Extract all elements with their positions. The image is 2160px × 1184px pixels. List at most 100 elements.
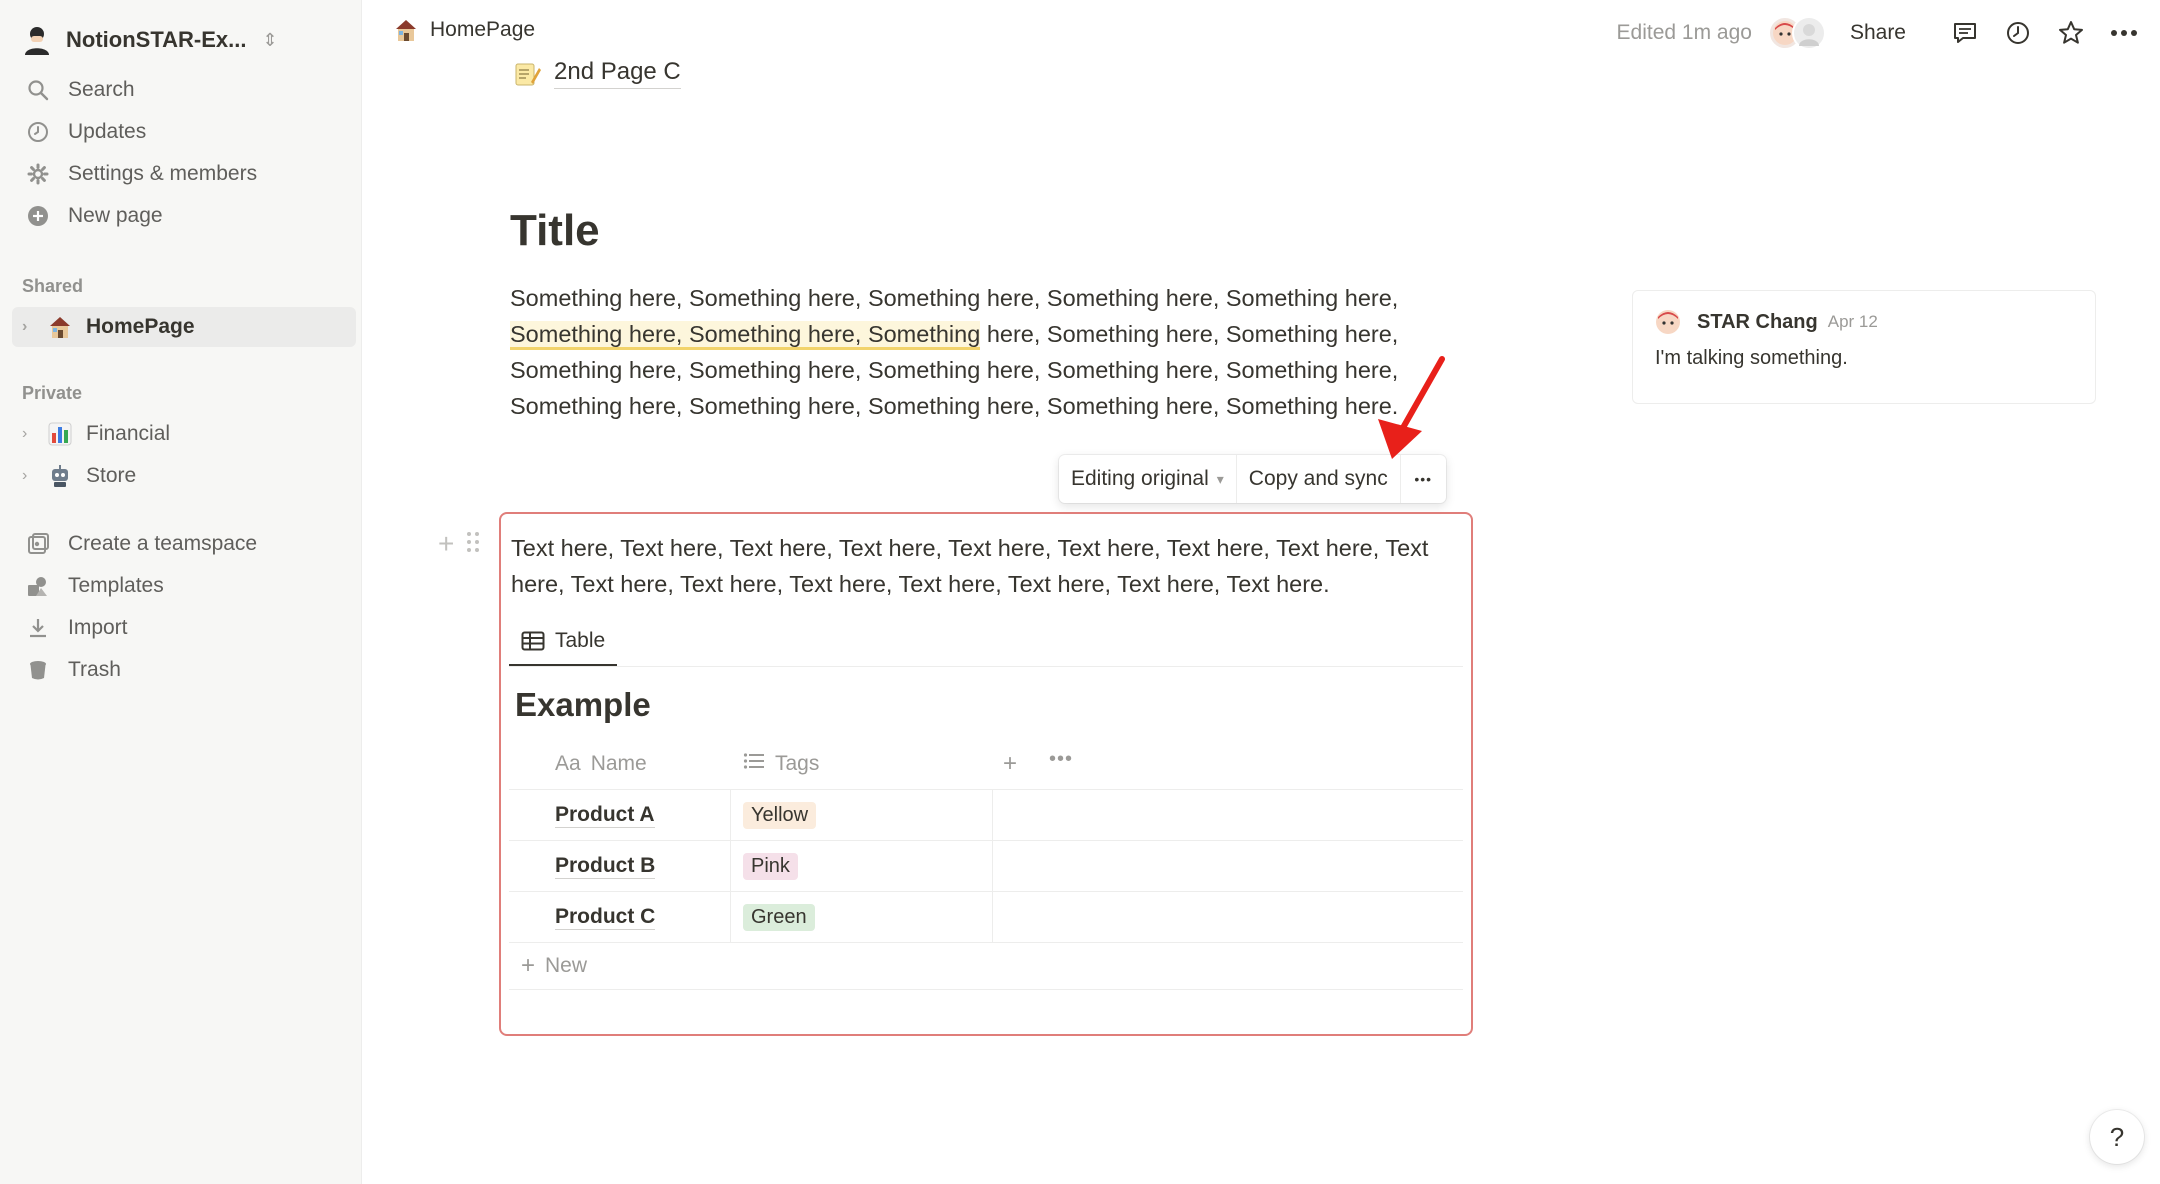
workspace-switcher[interactable]: NotionSTAR-Ex... ⇕ bbox=[20, 18, 340, 62]
table-header-row: Aa Name Tags + ••• bbox=[509, 738, 1463, 790]
sidebar-page-label: Financial bbox=[86, 422, 171, 445]
column-header-name[interactable]: Aa Name bbox=[509, 738, 731, 789]
sidebar-item-settings[interactable]: Settings & members bbox=[16, 154, 354, 194]
chevron-right-icon[interactable]: › bbox=[22, 425, 42, 443]
table-row[interactable]: Product C Green bbox=[509, 892, 1463, 943]
tag-badge: Green bbox=[743, 903, 815, 931]
topbar: HomePage Edited 1m ago Share bbox=[362, 0, 2160, 66]
table-row[interactable]: Product B Pink bbox=[509, 841, 1463, 892]
linked-page[interactable]: 2nd Page C bbox=[512, 58, 681, 89]
add-block-icon[interactable]: + bbox=[438, 528, 454, 560]
tag-badge: Yellow bbox=[743, 801, 817, 829]
sidebar-item-label: New page bbox=[68, 204, 163, 227]
sidebar-item-trash[interactable]: Trash bbox=[16, 650, 354, 690]
name-cell[interactable]: Product C bbox=[509, 892, 731, 942]
robot-icon bbox=[46, 462, 74, 490]
more-icon[interactable] bbox=[2106, 15, 2142, 51]
chevron-updown-icon: ⇕ bbox=[262, 29, 278, 50]
trash-icon bbox=[24, 656, 52, 684]
chevron-right-icon[interactable]: › bbox=[22, 318, 42, 336]
synced-block-text[interactable]: Text here, Text here, Text here, Text he… bbox=[511, 530, 1451, 602]
teamspace-icon bbox=[24, 530, 52, 558]
new-row-button[interactable]: + New bbox=[509, 943, 1463, 990]
comment-icon[interactable] bbox=[1947, 15, 1983, 51]
table-row[interactable]: Product A Yellow bbox=[509, 790, 1463, 841]
chevron-down-icon: ▾ bbox=[1216, 470, 1224, 487]
sidebar-page-label: Store bbox=[86, 464, 137, 487]
workspace-avatar-icon bbox=[20, 23, 54, 57]
tab-table-view[interactable]: Table bbox=[509, 618, 618, 666]
sidebar-item-import[interactable]: Import bbox=[16, 608, 354, 648]
synced-block[interactable]: Text here, Text here, Text here, Text he… bbox=[499, 512, 1473, 1036]
page-title[interactable]: Title bbox=[510, 206, 600, 256]
column-header-label: Tags bbox=[775, 751, 820, 775]
tab-label: Table bbox=[555, 629, 606, 652]
templates-icon bbox=[24, 572, 52, 600]
sidebar-item-templates[interactable]: Templates bbox=[16, 566, 354, 606]
sidebar-page-financial[interactable]: › Financial bbox=[12, 414, 356, 454]
gear-icon bbox=[24, 160, 52, 188]
avatar[interactable] bbox=[1791, 16, 1826, 50]
sidebar-item-create-teamspace[interactable]: Create a teamspace bbox=[16, 524, 354, 564]
star-icon[interactable] bbox=[2053, 15, 2089, 51]
bar-chart-icon bbox=[46, 420, 74, 448]
sidebar-item-label: Templates bbox=[68, 574, 164, 597]
sidebar: NotionSTAR-Ex... ⇕ Search Updates Settin… bbox=[0, 0, 362, 1184]
sidebar-item-search[interactable]: Search bbox=[16, 70, 354, 110]
more-icon: ••• bbox=[1414, 471, 1433, 487]
new-row-label: New bbox=[545, 954, 588, 977]
comment-card[interactable]: STAR Chang Apr 12 I'm talking something. bbox=[1632, 290, 2096, 404]
block-handle[interactable]: + bbox=[438, 528, 480, 560]
share-button[interactable]: Share bbox=[1850, 21, 1906, 45]
sidebar-item-label: Trash bbox=[68, 658, 121, 681]
commented-text-highlight[interactable]: Something here, Something here, Somethin… bbox=[510, 321, 981, 350]
sidebar-item-label: Create a teamspace bbox=[68, 532, 258, 555]
clock-icon bbox=[24, 118, 52, 146]
comment-author: STAR Chang bbox=[1697, 310, 1818, 333]
memo-icon bbox=[512, 59, 542, 89]
row-name[interactable]: Product A bbox=[555, 803, 655, 828]
annotation-arrow-icon bbox=[1378, 356, 1445, 459]
column-header-tags[interactable]: Tags bbox=[731, 738, 993, 789]
section-heading-private[interactable]: Private bbox=[22, 383, 82, 404]
drag-handle-icon[interactable] bbox=[466, 530, 480, 559]
plus-icon: + bbox=[521, 952, 536, 979]
avatar[interactable] bbox=[1655, 309, 1681, 335]
plus-circle-icon bbox=[24, 202, 52, 230]
more-icon[interactable]: ••• bbox=[1049, 748, 1073, 771]
edited-status[interactable]: Edited 1m ago bbox=[1617, 21, 1752, 45]
name-cell[interactable]: Product A bbox=[509, 790, 731, 840]
help-button[interactable]: ? bbox=[2090, 1110, 2144, 1164]
breadcrumb[interactable]: HomePage bbox=[392, 16, 535, 44]
section-heading-shared[interactable]: Shared bbox=[22, 276, 83, 297]
sidebar-page-label: HomePage bbox=[86, 315, 195, 338]
house-icon bbox=[392, 16, 420, 44]
paragraph[interactable]: Something here, Something here, Somethin… bbox=[510, 280, 1450, 424]
empty-cell bbox=[993, 841, 1463, 891]
import-icon bbox=[24, 614, 52, 642]
tags-cell[interactable]: Pink bbox=[731, 841, 993, 891]
comment-header: STAR Chang Apr 12 bbox=[1655, 309, 1878, 335]
sidebar-item-label: Settings & members bbox=[68, 162, 258, 185]
database-title[interactable]: Example bbox=[515, 686, 651, 724]
editing-original-dropdown[interactable]: Editing original ▾ bbox=[1059, 455, 1236, 503]
collaborator-avatars[interactable] bbox=[1767, 16, 1826, 50]
database-table: Aa Name Tags + ••• Product A Yellow Prod… bbox=[509, 738, 1463, 990]
tag-badge: Pink bbox=[743, 852, 798, 880]
row-name[interactable]: Product B bbox=[555, 854, 656, 879]
sidebar-item-label: Updates bbox=[68, 120, 147, 143]
tags-cell[interactable]: Yellow bbox=[731, 790, 993, 840]
empty-cell bbox=[993, 790, 1463, 840]
tags-cell[interactable]: Green bbox=[731, 892, 993, 942]
name-cell[interactable]: Product B bbox=[509, 841, 731, 891]
sidebar-item-new-page[interactable]: New page bbox=[16, 196, 354, 236]
row-name[interactable]: Product C bbox=[555, 905, 656, 930]
history-icon[interactable] bbox=[2000, 15, 2036, 51]
sidebar-page-store[interactable]: › Store bbox=[12, 456, 356, 496]
sidebar-item-updates[interactable]: Updates bbox=[16, 112, 354, 152]
add-column-icon[interactable]: + bbox=[1003, 750, 1017, 778]
sidebar-page-homepage[interactable]: › HomePage bbox=[12, 307, 356, 347]
divider bbox=[509, 666, 1463, 667]
chevron-right-icon[interactable]: › bbox=[22, 467, 42, 485]
text-type-icon: Aa bbox=[555, 751, 581, 775]
